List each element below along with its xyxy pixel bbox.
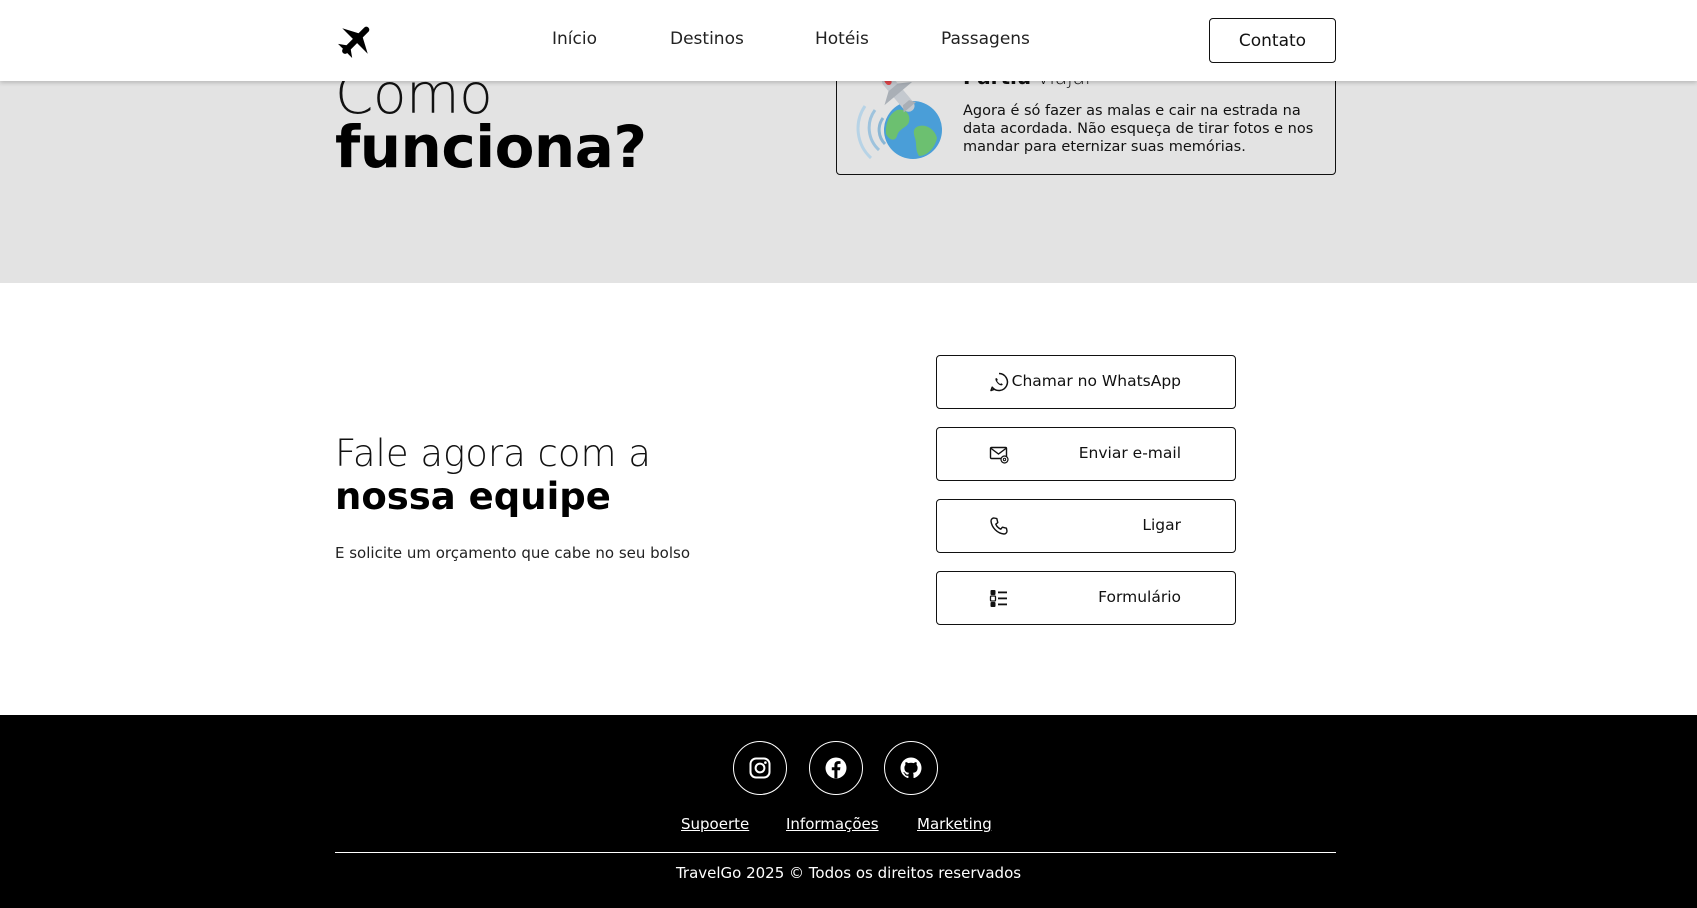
copyright-text: TravelGo 2025 © Todos os direitos reserv… <box>675 864 1022 882</box>
nav-link-passagens[interactable]: Passagens <box>941 29 1030 49</box>
footer-link-marketing[interactable]: Marketing <box>917 815 992 833</box>
instagram-link[interactable] <box>733 741 787 795</box>
contact-title-light: Fale agora com a <box>335 432 651 475</box>
form-button[interactable]: Formulário <box>936 571 1236 625</box>
checklist-icon <box>989 590 1007 607</box>
instagram-icon <box>749 757 771 779</box>
email-icon <box>989 446 1009 464</box>
contact-button[interactable]: Contato <box>1209 18 1336 63</box>
contact-title: Fale agora com a nossa equipe <box>335 435 651 515</box>
airplane-globe-illustration <box>856 75 942 160</box>
facebook-icon <box>825 757 847 779</box>
nav-link-inicio[interactable]: Início <box>552 29 597 49</box>
whatsapp-icon <box>990 372 1009 392</box>
footer-divider <box>335 852 1336 853</box>
call-button-label: Ligar <box>1142 516 1181 534</box>
how-it-works-title: Como funciona? <box>335 67 647 181</box>
nav-link-hoteis[interactable]: Hotéis <box>815 29 869 49</box>
footer: Supoerte Informações Marketing TravelGo … <box>0 715 1697 908</box>
email-button[interactable]: Enviar e-mail <box>936 427 1236 481</box>
call-button[interactable]: Ligar <box>936 499 1236 553</box>
whatsapp-button-label: Chamar no WhatsApp <box>1011 372 1181 390</box>
footer-link-suporte[interactable]: Supoerte <box>681 815 749 833</box>
github-link[interactable] <box>884 741 938 795</box>
footer-link-informacoes[interactable]: Informações <box>786 815 879 833</box>
airplane-icon[interactable] <box>335 21 375 61</box>
navbar: Início Destinos Hotéis Passagens Contato <box>0 0 1697 81</box>
nav-link-destinos[interactable]: Destinos <box>670 29 744 49</box>
phone-icon <box>990 517 1008 535</box>
contact-subtitle: E solicite um orçamento que cabe no seu … <box>335 544 690 562</box>
form-button-label: Formulário <box>1098 588 1181 606</box>
step-description: Agora é só fazer as malas e cair na estr… <box>963 103 1314 155</box>
email-button-label: Enviar e-mail <box>1078 444 1181 462</box>
github-icon <box>900 757 922 779</box>
how-title-bold: funciona? <box>335 113 647 181</box>
contact-title-bold: nossa equipe <box>335 475 611 518</box>
facebook-link[interactable] <box>809 741 863 795</box>
whatsapp-button[interactable]: Chamar no WhatsApp <box>936 355 1236 409</box>
